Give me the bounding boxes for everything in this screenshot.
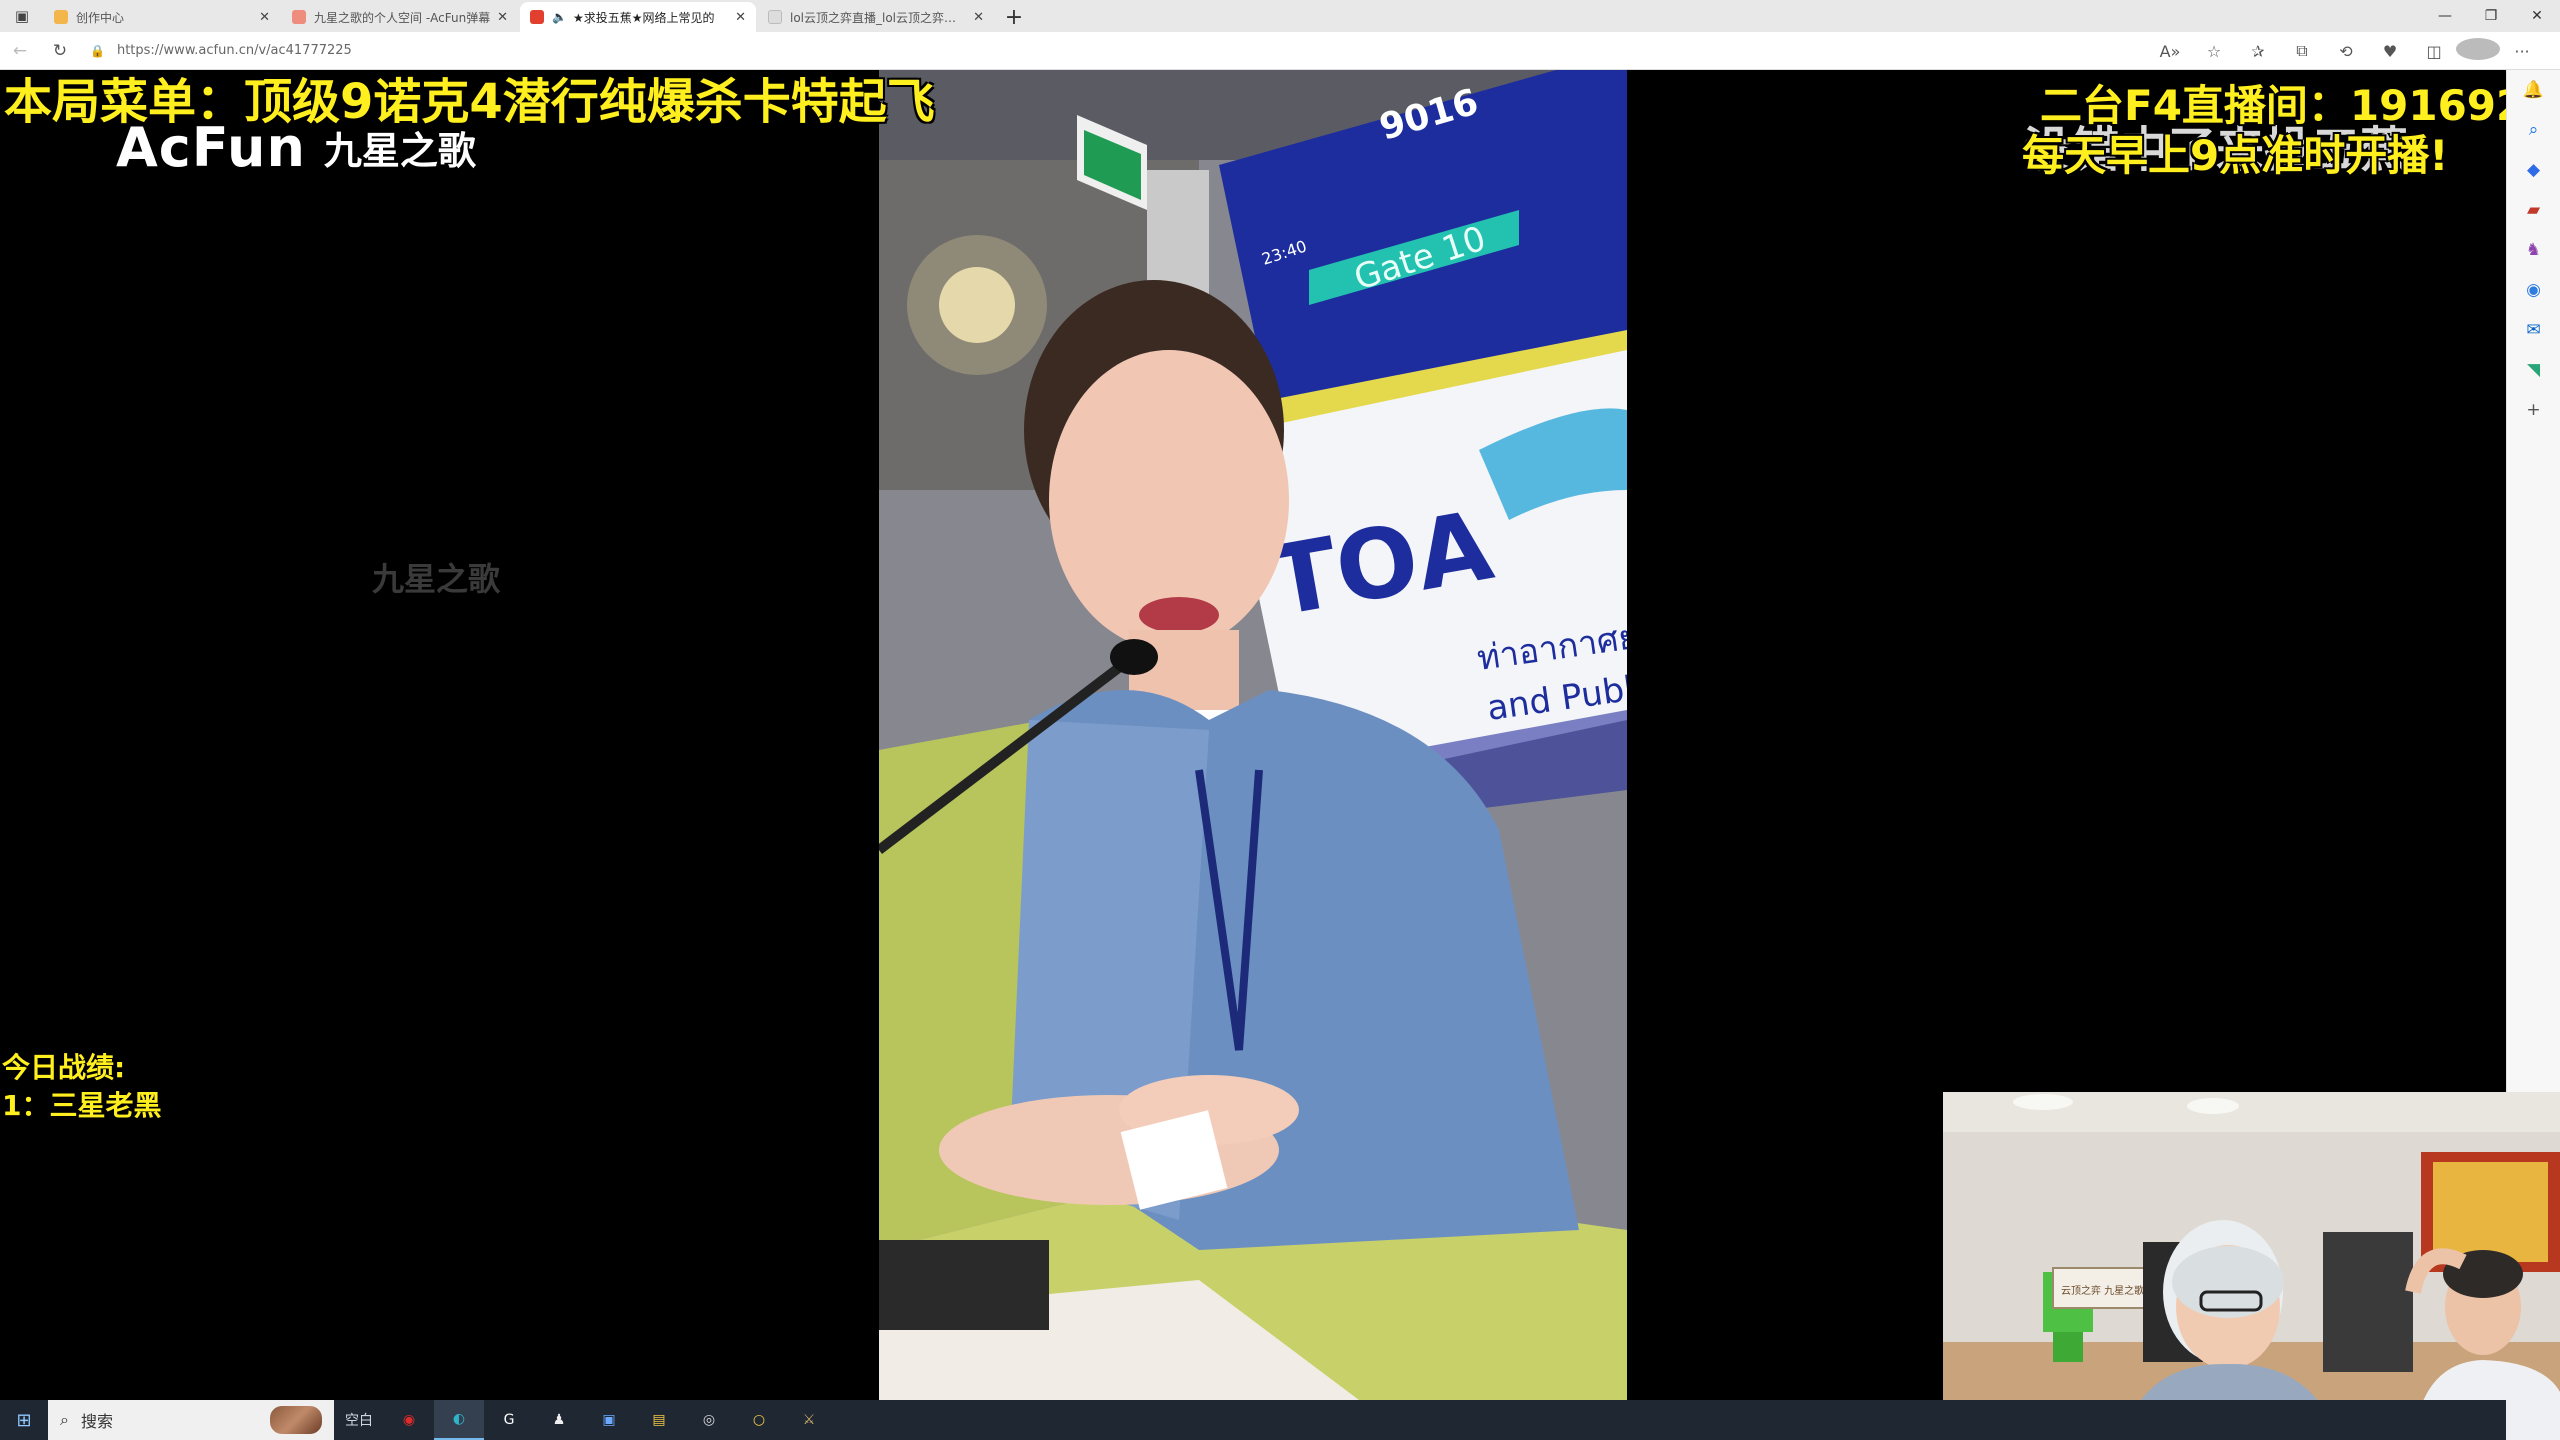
app-circle-icon[interactable]: ◎	[684, 1400, 734, 1440]
drop-icon[interactable]: ◥	[2507, 350, 2560, 390]
url-text: https://www.acfun.cn/v/ac41777225	[116, 43, 352, 58]
tab-title: lol云顶之弈直播_lol云顶之弈直播	[790, 10, 968, 25]
close-icon[interactable]: ✕	[973, 10, 984, 25]
edge-sidebar-icon[interactable]: ◫	[2412, 42, 2456, 61]
refresh-button[interactable]: ↻	[40, 41, 80, 61]
video-frame: Gate 10 9016 23:40 AOT ท่าอากาศยานไทย an…	[879, 70, 1627, 1400]
record-title: 今日战绩:	[2, 1051, 126, 1084]
profile-avatar[interactable]	[2456, 38, 2500, 64]
tab-favicon	[292, 10, 306, 24]
file-explorer-icon[interactable]: ▤	[634, 1400, 684, 1440]
plus-icon: +	[1004, 4, 1024, 30]
acfun-logo-text: AcFun	[116, 116, 306, 179]
close-icon[interactable]: ✕	[735, 10, 746, 25]
acfun-logo: AcFun 九星之歌	[116, 116, 476, 179]
more-menu-icon[interactable]: ···	[2500, 42, 2544, 61]
taskbar-blank[interactable]: 空白	[334, 1400, 384, 1440]
favorite-star-icon[interactable]: ☆	[2192, 42, 2236, 61]
favorites-icon[interactable]: ✰	[2236, 42, 2280, 61]
close-icon[interactable]: ✕	[497, 10, 508, 25]
back-button[interactable]: ←	[0, 41, 40, 61]
tab-actions-icon: ▣	[14, 7, 30, 25]
acfun-logo-sub: 九星之歌	[323, 129, 476, 173]
search-highlight-image	[270, 1406, 322, 1434]
tab-title: ★求投五蕉★网络上常见的	[572, 10, 715, 25]
tab-strip: ▣ 创作中心 ✕ 九星之歌的个人空间 -AcFun弹幕 ✕ 🔈 ★求投五蕉★网络…	[0, 0, 2560, 32]
window-controls: — ❐ ✕	[2422, 0, 2560, 32]
history-icon[interactable]: ⟲	[2324, 42, 2368, 61]
camera-scene: 云顶之弈 九星之歌	[1943, 1092, 2560, 1440]
schedule-text: 每天早上9点准时开播!	[2022, 131, 2449, 180]
office-icon[interactable]: ◉	[2507, 270, 2560, 310]
streamer-camera: 云顶之弈 九星之歌	[1943, 1092, 2560, 1440]
close-icon[interactable]: ✕	[259, 10, 270, 25]
app-g-icon[interactable]: G	[484, 1400, 534, 1440]
minimize-button[interactable]: —	[2422, 0, 2468, 32]
close-window-button[interactable]: ✕	[2514, 0, 2560, 32]
blank-label: 空白	[345, 1413, 373, 1429]
tab-actions-button[interactable]: ▣	[0, 0, 44, 32]
plaque-text: 云顶之弈 九星之歌	[2061, 1284, 2144, 1297]
tab-favicon	[54, 10, 68, 24]
add-sidebar-icon[interactable]: +	[2507, 390, 2560, 430]
tab-1[interactable]: 创作中心 ✕	[44, 2, 280, 32]
tab-3[interactable]: 🔈 ★求投五蕉★网络上常见的 ✕	[520, 2, 756, 32]
photos-app-icon[interactable]: ▣	[584, 1400, 634, 1440]
edge-browser-icon[interactable]: ◐	[434, 1400, 484, 1440]
address-bar: ← ↻ 🔒 https://www.acfun.cn/v/ac41777225 …	[0, 32, 2560, 70]
new-tab-button[interactable]: +	[996, 2, 1032, 32]
start-button[interactable]: ⊞	[0, 1400, 48, 1440]
taskbar-search[interactable]: ⌕ 搜索	[48, 1400, 334, 1440]
extension-icon[interactable]: ♥	[2368, 42, 2412, 61]
outlook-icon[interactable]: ✉	[2507, 310, 2560, 350]
restore-button[interactable]: ❐	[2468, 0, 2514, 32]
tab-favicon	[768, 10, 782, 24]
tab-2[interactable]: 九星之歌的个人空间 -AcFun弹幕 ✕	[282, 2, 518, 32]
watermark-text: 九星之歌	[372, 560, 501, 598]
lock-icon[interactable]: 🔒	[90, 44, 105, 58]
speaker-icon[interactable]: 🔈	[552, 10, 567, 24]
league-client-icon[interactable]: ⚔	[784, 1400, 834, 1440]
tab-title: 创作中心	[76, 10, 125, 25]
netease-music-icon[interactable]: ◉	[384, 1400, 434, 1440]
notification-bell-icon[interactable]: 🔔	[2507, 70, 2560, 110]
collections-icon[interactable]: ⧉	[2280, 41, 2324, 61]
search-label: 搜索	[80, 1412, 113, 1431]
qq-icon[interactable]: ♟	[534, 1400, 584, 1440]
search-icon: ⌕	[60, 1410, 69, 1429]
record-item: 1：三星老黑	[2, 1089, 162, 1122]
tools-icon[interactable]: ▰	[2507, 190, 2560, 230]
tab-4[interactable]: lol云顶之弈直播_lol云顶之弈直播 ✕	[758, 2, 994, 32]
tab-title: 九星之歌的个人空间 -AcFun弹幕	[314, 10, 491, 25]
shopping-tag-icon[interactable]: ◆	[2507, 150, 2560, 190]
tab-favicon	[530, 10, 544, 24]
search-icon[interactable]: ⌕	[2507, 110, 2560, 150]
avatar	[2456, 38, 2500, 60]
taskbar: ⊞ ⌕ 搜索 空白 ◉ ◐ G ♟ ▣ ▤ ◎ ○ ⚔	[0, 1400, 2506, 1440]
toolbar-right: A» ☆ ✰ ⧉ ⟲ ♥ ◫ ···	[2148, 32, 2544, 70]
url-field[interactable]: 🔒 https://www.acfun.cn/v/ac41777225	[90, 43, 352, 58]
app-ring-icon[interactable]: ○	[734, 1400, 784, 1440]
read-aloud-icon[interactable]: A»	[2148, 42, 2192, 61]
video-scene: Gate 10 9016 23:40 AOT ท่าอากาศยานไทย an…	[879, 70, 1627, 1400]
windows-logo-icon: ⊞	[16, 1409, 32, 1431]
games-icon[interactable]: ♞	[2507, 230, 2560, 270]
